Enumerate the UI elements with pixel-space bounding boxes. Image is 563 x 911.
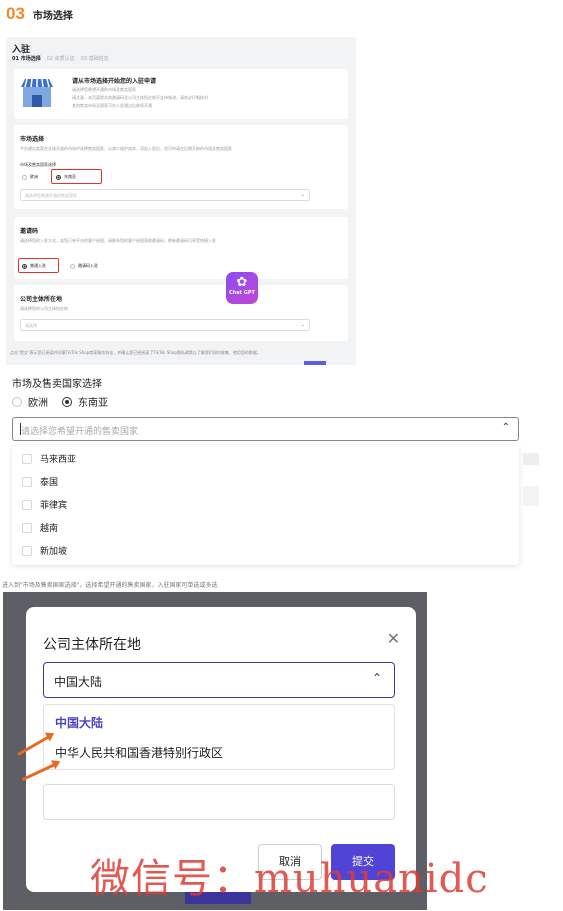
text-caret [20, 423, 21, 435]
radio-circle-checked [62, 396, 72, 407]
intro-card: 请从市场选择开始您的入驻申请 请选择您希望开通的市场及售卖国家 请注意，本页面提… [14, 69, 348, 119]
settlement-overview-panel: 入驻 01 市场选择 02 资质认证 03 基础信息 请从市场选择开始您的入驻申… [6, 37, 356, 365]
checkbox[interactable] [22, 545, 32, 556]
country-option-singapore[interactable]: 新加坡 [22, 544, 67, 557]
country-option-thailand[interactable]: 泰国 [22, 475, 58, 488]
country-select-placeholder: 请选择您希望开通的售卖国家 [21, 427, 139, 437]
step-tab-qualification[interactable]: 02 资质认证 [47, 55, 75, 62]
empty-input[interactable] [43, 784, 395, 820]
selected-value: 中国大陆 [54, 675, 103, 689]
chatgpt-logo-icon: ✿ [236, 275, 248, 290]
country-select[interactable]: 请选择您希望开通的售卖国家 ⌃ [12, 417, 519, 441]
company-location-options: 中国大陆 中华人民共和国香港特别行政区 [43, 704, 395, 770]
checkbox[interactable] [22, 453, 32, 464]
company-card: 公司主体所在地 请选择您的公司主体所在地 请选择 ⌄ [14, 285, 348, 341]
chevron-up-icon: ⌃ [371, 671, 382, 685]
checkbox[interactable] [22, 476, 32, 487]
market-heading: 市场选择 [20, 136, 45, 143]
country-selection-note: 进入到"市场及售卖国家选择"，选择希望开通的售卖国家，入驻国家可单选或多选 [2, 582, 218, 589]
company-select-mini[interactable]: 请选择 ⌄ [20, 319, 310, 331]
company-desc: 请选择您的公司主体所在地 [20, 306, 68, 311]
invite-desc: 请选择您的入驻方式，若您已有平台的客户经理，请联系您的客户经理获取邀请码，拥有邀… [20, 238, 216, 243]
radio-sea[interactable]: 东南亚 [62, 394, 108, 409]
highlight-box [18, 258, 59, 273]
invite-heading: 邀请码 [20, 228, 39, 235]
submit-button-mini[interactable] [304, 361, 326, 365]
intro-line-2: 请注意，本页面提交的邀请码及公司主体所在地不支持修改，请务必仔细核对 [72, 95, 208, 100]
radio-invite-mini[interactable]: 邀请码入驻 [70, 263, 98, 269]
country-dropdown-panel: 市场及售卖国家选择 欧洲 东南亚 请选择您希望开通的售卖国家 ⌃ 马来西亚 泰国… [6, 370, 539, 570]
intro-heading: 请从市场选择开始您的入驻申请 [72, 78, 157, 85]
invite-card: 邀请码 请选择您的入驻方式，若您已有平台的客户经理，请联系您的客户经理获取邀请码… [14, 217, 348, 279]
intro-line-1: 请选择您希望开通的市场及售卖国家 [72, 87, 136, 92]
option-hong-kong[interactable]: 中华人民共和国香港特别行政区 [55, 744, 223, 761]
step-header: 03 市场选择 [6, 4, 73, 24]
country-dropdown-list: 马来西亚 泰国 菲律宾 越南 新加坡 [12, 446, 519, 565]
market-field-label: 市场及售卖国家选择 [12, 379, 102, 390]
market-desc: 平台建议卖家在全球开放的市场中选择售卖国家，以减少维护成本，添加入驻后，也可申请… [20, 146, 232, 151]
radio-europe-mini[interactable]: 欧洲 [22, 174, 38, 180]
step-number: 03 [6, 4, 25, 23]
chatgpt-badge: ✿ Chat GPT [226, 272, 258, 304]
market-card: 市场选择 平台建议卖家在全球开放的市场中选择售卖国家，以减少维护成本，添加入驻后… [14, 125, 348, 209]
radio-circle [12, 396, 22, 407]
radio-europe[interactable]: 欧洲 [12, 394, 48, 409]
divider [523, 453, 539, 465]
step-tab-market[interactable]: 01 市场选择 [12, 55, 41, 62]
watermark: 微信号：muhuanidc [90, 856, 489, 902]
highlight-box [51, 169, 102, 184]
company-heading: 公司主体所在地 [20, 296, 63, 303]
divider [523, 486, 539, 506]
chevron-down-icon: ⌄ [300, 192, 305, 198]
page-title: 入驻 [12, 45, 31, 55]
chevron-down-icon: ⌄ [300, 322, 305, 328]
option-mainland-china[interactable]: 中国大陆 [55, 714, 103, 731]
store-icon [21, 78, 53, 107]
chevron-up-icon: ⌃ [501, 422, 510, 433]
market-field-label: 市场及售卖国家选择 [20, 162, 56, 167]
close-icon[interactable]: ✕ [387, 629, 400, 648]
company-location-select[interactable]: 中国大陆 ⌃ [43, 662, 395, 698]
checkbox[interactable] [22, 522, 32, 533]
intro-line-3: 其他售卖市场及国家可在入驻通过后继续开通 [72, 103, 152, 108]
country-option-philippines[interactable]: 菲律宾 [22, 498, 67, 511]
step-tabs: 01 市场选择 02 资质认证 03 基础信息 [12, 55, 109, 62]
country-option-vietnam[interactable]: 越南 [22, 521, 58, 534]
step-title: 市场选择 [32, 11, 73, 22]
checkbox[interactable] [22, 499, 32, 510]
country-option-malaysia[interactable]: 马来西亚 [22, 452, 76, 465]
country-select-mini[interactable]: 请选择您希望开通的售卖国家 ⌄ [20, 189, 310, 201]
modal-title: 公司主体所在地 [43, 637, 141, 653]
step-tab-basic-info[interactable]: 03 基础信息 [81, 55, 109, 62]
footer-note: 点击"提交"表示您已阅读并同意TikTok Shop商家服务协议，并确认您已经阅… [10, 350, 261, 355]
